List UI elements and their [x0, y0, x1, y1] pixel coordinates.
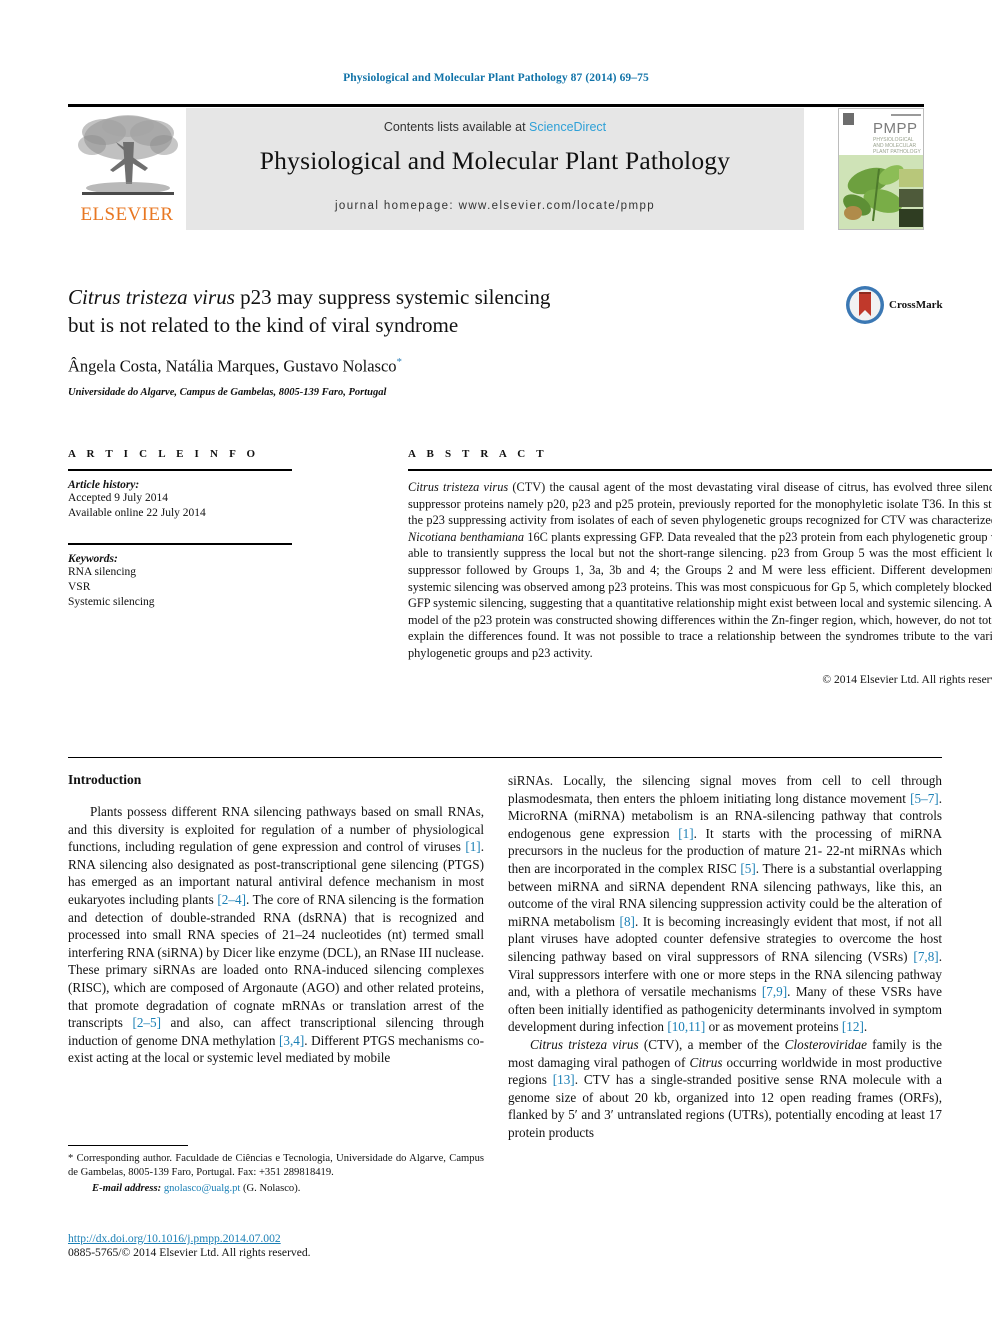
citation-ref[interactable]: [12] [842, 1019, 864, 1034]
author-list: Ângela Costa, Natália Marques, Gustavo N… [68, 356, 768, 377]
journal-homepage-link[interactable]: journal homepage: www.elsevier.com/locat… [186, 200, 804, 212]
family-italic: Closteroviridae [784, 1036, 867, 1052]
email-link[interactable]: gnolasco@ualg.pt [164, 1183, 241, 1194]
email-suffix: (G. Nolasco). [240, 1183, 301, 1194]
citation-ref[interactable]: [2–4] [217, 892, 246, 907]
intro-right-a: siRNAs. Locally, the silencing signal mo… [508, 773, 942, 806]
keyword-item: Systemic silencing [68, 596, 155, 608]
ctv-italic: Citrus tristeza virus [530, 1036, 639, 1052]
abstract-heading: A B S T R A C T [408, 448, 548, 460]
body-column-left: Introduction Plants possess different RN… [68, 772, 484, 1067]
svg-text:PLANT PATHOLOGY: PLANT PATHOLOGY [873, 149, 921, 155]
corresponding-author-marker: * [396, 356, 403, 368]
crossmark-badge[interactable]: CrossMark [845, 285, 945, 329]
contents-available-line: Contents lists available at ScienceDirec… [186, 120, 804, 134]
journal-masthead: ELSEVIER Contents lists available at Sci… [68, 104, 924, 230]
title-line2: but is not related to the kind of viral … [68, 313, 459, 337]
crossmark-icon[interactable] [845, 285, 885, 325]
journal-title: Physiological and Molecular Plant Pathol… [259, 146, 731, 175]
citation-ref[interactable]: [2–5] [132, 1015, 161, 1030]
doi-block: http://dx.doi.org/10.1016/j.pmpp.2014.07… [68, 1232, 498, 1259]
article-title-block: Citrus tristeza virus p23 may suppress s… [68, 283, 768, 398]
intro-paragraph-left: Plants possess different RNA silencing p… [68, 803, 484, 1067]
citation-ref[interactable]: [1] [678, 826, 693, 841]
keyword-item: VSR [68, 581, 91, 593]
article-info-gap [68, 521, 340, 534]
elsevier-tree-icon [78, 115, 178, 195]
sciencedirect-band: Contents lists available at ScienceDirec… [186, 108, 804, 230]
citation-ref[interactable]: [3,4] [279, 1033, 304, 1048]
crossmark-label: CrossMark [889, 299, 943, 311]
paper-page: Physiological and Molecular Plant Pathol… [0, 0, 992, 1323]
masthead-top-rule [68, 104, 924, 107]
footnote-block: * Corresponding author. Faculdade de Ciê… [68, 1145, 484, 1196]
intro-right2-a: (CTV), a member of the [638, 1036, 785, 1052]
abstract-rule [408, 469, 992, 471]
citation-ref[interactable]: [10,11] [667, 1019, 705, 1034]
page-title: Citrus tristeza virus p23 may suppress s… [68, 283, 768, 339]
citation-ref[interactable]: [5–7] [910, 791, 939, 806]
article-info-heading: A R T I C L E I N F O [68, 448, 260, 460]
affiliation: Universidade do Algarve, Campus de Gambe… [68, 386, 387, 398]
keywords-label: Keywords: [68, 553, 118, 565]
article-history-label: Article history: [68, 479, 140, 491]
body-column-right: siRNAs. Locally, the silencing signal mo… [508, 772, 942, 1141]
author-names: Ângela Costa, Natália Marques, Gustavo N… [68, 356, 397, 376]
article-history-online: Available online 22 July 2014 [68, 507, 206, 519]
abstract-species-italic: Nicotiana benthamiana [408, 529, 525, 544]
footnote-rule [68, 1145, 188, 1146]
article-info-rule-mid [68, 543, 292, 545]
journal-cover-image: PMPP PHYSIOLOGICAL AND MOLECULAR PLANT P… [838, 108, 924, 230]
abstract-lead-italic: Citrus tristeza virus [408, 480, 509, 494]
contents-prefix: Contents lists available at [383, 120, 530, 134]
title-line1-rest: p23 may suppress systemic silencing [234, 285, 551, 309]
elsevier-wordmark: ELSEVIER [80, 204, 174, 225]
intro-paragraph-right-2: Citrus tristeza virus (CTV), a member of… [508, 1036, 942, 1142]
intro-paragraph-right-1: siRNAs. Locally, the silencing signal mo… [508, 772, 942, 1036]
abstract-body: Citrus tristeza virus (CTV) the causal a… [408, 479, 992, 662]
running-head: Physiological and Molecular Plant Pathol… [343, 72, 649, 84]
citation-ref[interactable]: [7,9] [762, 984, 787, 999]
corresponding-author-note: * Corresponding author. Faculdade de Ciê… [68, 1153, 484, 1178]
sciencedirect-link[interactable]: ScienceDirect [529, 120, 606, 134]
issn-copyright-line: 0885-5765/© 2014 Elsevier Ltd. All right… [68, 1246, 311, 1259]
citrus-italic: Citrus [689, 1054, 723, 1070]
intro-right-i: . [863, 1019, 868, 1035]
article-info-rule-top [68, 469, 292, 471]
citation-ref[interactable]: [8] [620, 914, 635, 929]
article-history-accepted: Accepted 9 July 2014 [68, 492, 168, 504]
intro-left-a: Plants possess different RNA silencing p… [68, 804, 484, 855]
abstract-part-2: 16C plants expressing GFP. Data revealed… [408, 529, 992, 660]
journal-cover-art: PMPP PHYSIOLOGICAL AND MOLECULAR PLANT P… [839, 109, 923, 229]
section-heading-introduction: Introduction [68, 772, 142, 787]
intro-right-h: or as movement proteins [705, 1019, 842, 1035]
title-italic-species: Citrus tristeza virus [68, 285, 235, 309]
email-note: E-mail address: gnolasco@ualg.pt (G. Nol… [68, 1182, 484, 1196]
intro-left-c: . The core of RNA silencing is the forma… [68, 891, 485, 1031]
email-label: E-mail address: [92, 1183, 162, 1194]
article-info-column: A R T I C L E I N F O Article history: A… [68, 448, 340, 610]
abstract-column: A B S T R A C T Citrus tristeza virus (C… [408, 448, 992, 686]
doi-link[interactable]: http://dx.doi.org/10.1016/j.pmpp.2014.07… [68, 1232, 498, 1245]
citation-ref[interactable]: [5] [740, 861, 755, 876]
citation-ref[interactable]: [13] [553, 1072, 575, 1087]
body-separator-rule [68, 757, 942, 758]
svg-text:PMPP: PMPP [873, 120, 918, 137]
keyword-item: RNA silencing [68, 566, 137, 578]
citation-ref[interactable]: [7,8] [913, 949, 938, 964]
elsevier-logo: ELSEVIER [68, 108, 186, 230]
citation-ref[interactable]: [1] [465, 839, 480, 854]
abstract-copyright: © 2014 Elsevier Ltd. All rights reserved… [822, 673, 992, 686]
